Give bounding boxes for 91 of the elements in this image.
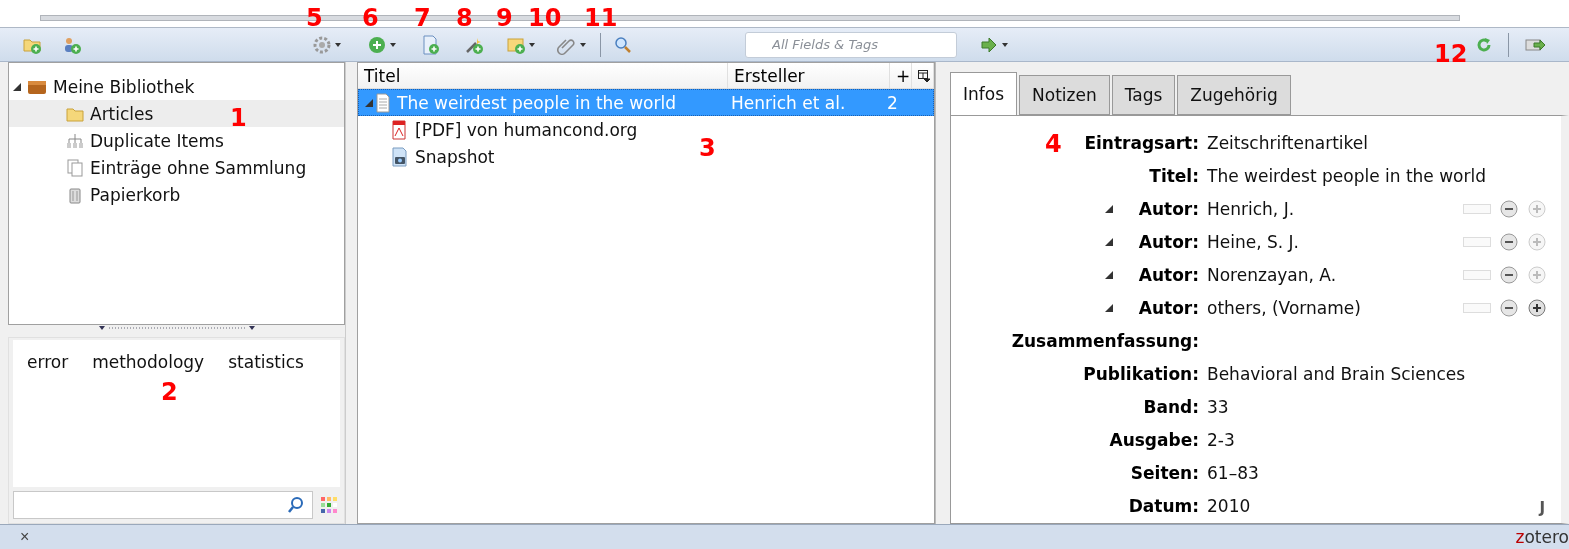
callout-number: 9 [496, 6, 513, 30]
tag[interactable]: error [27, 352, 69, 372]
tag[interactable]: methodology [92, 352, 205, 372]
tab[interactable]: Tags [1111, 75, 1176, 115]
color-grid-icon [319, 495, 339, 515]
field-value[interactable]: 2010 [1207, 495, 1251, 516]
caret-icon [335, 42, 341, 47]
expander-icon[interactable] [365, 98, 373, 107]
field-label: Band: [1143, 396, 1199, 417]
field-label: Titel: [1149, 165, 1199, 186]
callout-number: 12 [1434, 42, 1468, 66]
collection-item[interactable]: Einträge ohne Sammlung [9, 154, 344, 181]
search-field[interactable]: All Fields & Tags [745, 31, 957, 58]
column-header[interactable]: Titel [358, 63, 728, 88]
library-item[interactable]: Meine Bibliothek [9, 73, 344, 100]
tab[interactable]: Zugehörig [1177, 75, 1291, 115]
caret-icon [580, 42, 586, 47]
field-label: Eintragsart: [1084, 132, 1199, 153]
pdf-icon [389, 119, 409, 140]
creator-menu-icon[interactable] [1104, 270, 1113, 279]
callout-number: 1 [230, 106, 247, 130]
documents-icon [65, 157, 85, 178]
tab[interactable]: Notizen [1019, 75, 1110, 115]
callout-number: 4 [1045, 132, 1062, 156]
field-value[interactable]: 33 [1207, 396, 1229, 417]
attachment-row[interactable]: [PDF] von humancond.org [358, 116, 645, 143]
callout-number: 5 [306, 6, 323, 30]
tab[interactable]: Infos [950, 72, 1018, 115]
field-value[interactable]: The weirdest people in the world [1207, 165, 1486, 186]
field-value[interactable]: Heine, S. J. [1207, 231, 1300, 252]
field-label: Autor: [1138, 231, 1199, 252]
field-label: Publikation: [1083, 363, 1199, 384]
field-value[interactable]: 2-3 [1207, 429, 1235, 450]
creator-menu-icon[interactable] [1104, 204, 1113, 213]
column-header[interactable]: + [890, 63, 912, 88]
callout-number: 10 [528, 6, 562, 30]
field-value[interactable]: Zeitschriftenartikel [1207, 132, 1368, 153]
document-icon [373, 92, 393, 113]
callout-number: 8 [456, 6, 473, 30]
field-label: Autor: [1138, 264, 1199, 285]
minus-icon [1499, 264, 1519, 285]
caret-icon [529, 42, 535, 47]
creator-slot [1463, 236, 1491, 247]
magnifier-icon [613, 34, 633, 55]
close-button[interactable]: × [20, 528, 30, 546]
table-cell-text: [PDF] von humancond.org [414, 119, 638, 140]
tree-toggle-icon[interactable] [13, 82, 21, 91]
field-label: Seiten: [1130, 462, 1199, 483]
tag-search-field[interactable] [13, 491, 313, 519]
field-value[interactable]: 61–83 [1207, 462, 1259, 483]
callout-number: 11 [584, 6, 618, 30]
attachment-row[interactable]: Snapshot [358, 143, 502, 170]
search-icon [286, 495, 306, 515]
minus-icon [1499, 297, 1519, 318]
corner-text: J [1539, 499, 1545, 517]
creator-slot [1463, 302, 1491, 313]
table-cell: 2 [887, 92, 898, 113]
caret-icon [390, 42, 396, 47]
callout-number: 7 [414, 6, 431, 30]
add-circle-icon [367, 34, 387, 55]
field-label: Autor: [1138, 198, 1199, 219]
collection-item[interactable]: Papierkorb [9, 181, 344, 208]
table-cell-text: The weirdest people in the world [396, 92, 677, 113]
field-value[interactable]: others, (Vorname) [1207, 297, 1361, 318]
snapshot-icon [389, 146, 409, 167]
field-label: Ausgabe: [1109, 429, 1199, 450]
caret-icon [1002, 42, 1008, 47]
field-label: Zusammenfassung: [1011, 330, 1199, 351]
collection-item[interactable]: Duplicate Items [9, 127, 344, 154]
table-cell-text: Henrich et al. [730, 92, 847, 113]
page-add-icon [420, 34, 440, 55]
callout-number: 2 [161, 380, 178, 404]
callout-number: 6 [362, 6, 379, 30]
logo: zotero [1515, 527, 1569, 547]
field-value[interactable]: Henrich, J. [1207, 198, 1295, 219]
field-value[interactable]: Norenzayan, A. [1207, 264, 1337, 285]
minus-icon [1499, 198, 1519, 219]
table-cell-text: Snapshot [414, 146, 495, 167]
field-value[interactable]: Behavioral and Brain Sciences [1207, 363, 1466, 384]
minus-icon [1499, 231, 1519, 252]
tag[interactable]: statistics [228, 352, 304, 372]
field-label: Autor: [1138, 297, 1199, 318]
gear-icon [312, 34, 332, 55]
creator-slot [1463, 269, 1491, 280]
field-label: Datum: [1128, 495, 1199, 516]
creator-menu-icon[interactable] [1104, 303, 1113, 312]
creator-menu-icon[interactable] [1104, 237, 1113, 246]
plus-icon[interactable] [1527, 297, 1547, 318]
column-header[interactable]: Ersteller [728, 63, 890, 88]
callout-number: 3 [699, 136, 716, 160]
creator-slot [1463, 203, 1491, 214]
